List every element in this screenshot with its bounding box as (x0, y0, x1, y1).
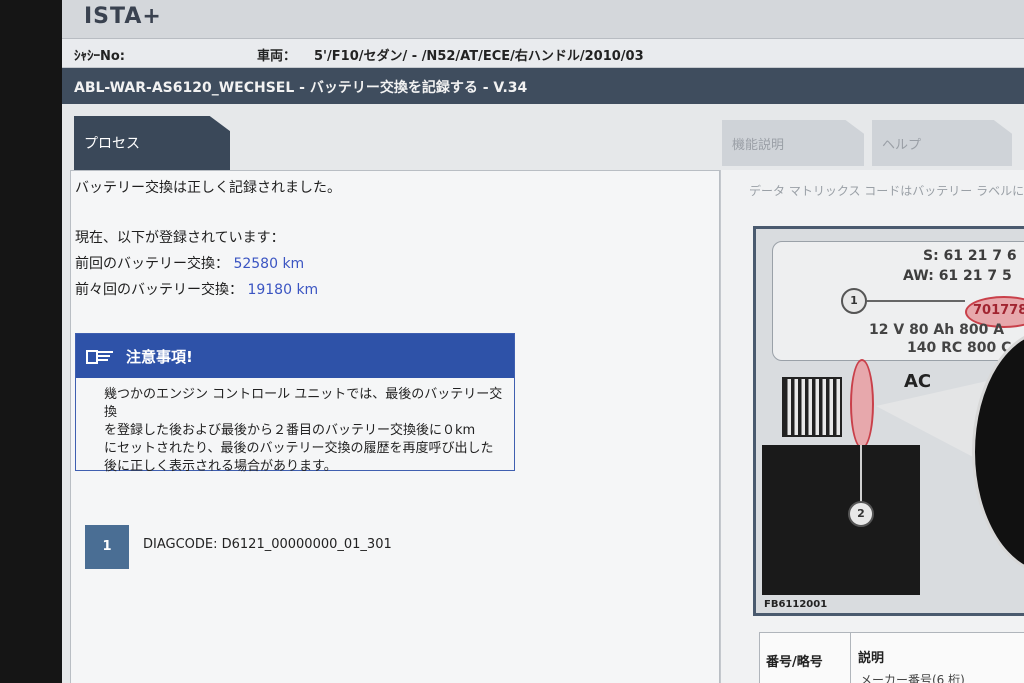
label-caption: データ マトリックス コードはバッテリー ラベルに記 (749, 184, 1024, 198)
notice-body: 幾つかのエンジン コントロール ユニットでは、最後のバッテリー交換 を登録した後… (104, 386, 504, 476)
legend-col-description: 説明 (858, 651, 885, 666)
last-battery-change-label: 前回のバッテリー交換： (75, 256, 229, 272)
vehicle-value: 5'/F10/セダン/ - /N52/AT/ECE/右ハンドル/2010/03 (314, 49, 644, 64)
label-s-line: S: 61 21 7 6 (923, 248, 1017, 264)
tab-bar: プロセス 機能説明 ヘルプ (62, 104, 1024, 170)
ista-screen: ISTA+ ｼｬｼｰNo: 車両： 5'/F10/セダン/ - /N52/AT/… (62, 0, 1024, 683)
tab-help-label: ヘルプ (882, 138, 922, 153)
process-content-panel: バッテリー交換は正しく記録されました。 現在、以下が登録されています： 前回のバ… (70, 170, 720, 683)
chassis-label: ｼｬｼｰNo: (74, 49, 126, 64)
tab-function-description-label: 機能説明 (732, 138, 785, 153)
tab-function-description[interactable]: 機能説明 (722, 120, 864, 166)
highlight-value: 701778 (973, 303, 1024, 318)
notice-line: 後に正しく表示される場合があります。 (104, 459, 337, 474)
battery-dark-area (762, 445, 920, 595)
label-aw-line: AW: 61 21 7 5 (903, 268, 1012, 284)
label-spec-line2: 140 RC 800 C (907, 340, 1012, 356)
callout-1-line (867, 300, 965, 302)
brand-fragment: AC (904, 371, 932, 392)
callout-2-line (860, 445, 862, 505)
legend-table: 番号/略号 説明 メーカー番号(6 桁) (759, 632, 1024, 683)
function-description-panel: データ マトリックス コードはバッテリー ラベルに記 S: 61 21 7 6 … (720, 170, 1024, 683)
notice-header: 注意事項! (76, 334, 514, 378)
legend-col-number: 番号/略号 (766, 655, 823, 670)
callout-2: 2 (848, 501, 874, 527)
previous-battery-change-value: 19180 km (247, 282, 319, 298)
figure-id: FB6112001 (764, 599, 828, 610)
procedure-title: ABL-WAR-AS6120_WECHSEL - バッテリー交換を記録する - … (74, 80, 528, 96)
notice-box: 注意事項! 幾つかのエンジン コントロール ユニットでは、最後のバッテリー交換 … (75, 333, 515, 474)
notice-line: を登録した後および最後から２番目のバッテリー交換後に０km (104, 423, 476, 438)
data-matrix-code (782, 377, 842, 437)
battery-label-sticker: S: 61 21 7 6 AW: 61 21 7 5 1 701778 12 V… (772, 241, 1024, 361)
procedure-title-bar: ABL-WAR-AS6120_WECHSEL - バッテリー交換を記録する - … (62, 68, 1024, 104)
legend-row-description: メーカー番号(6 桁) (860, 673, 965, 683)
legend-divider (850, 633, 851, 683)
vehicle-label: 車両： (257, 49, 297, 64)
tab-help[interactable]: ヘルプ (872, 120, 1012, 166)
diagcode-text: DIAGCODE: D6121_00000000_01_301 (143, 537, 392, 552)
previous-battery-change: 前々回のバッテリー交換： 19180 km (75, 279, 318, 299)
app-title: ISTA+ (84, 4, 162, 29)
previous-battery-change-label: 前々回のバッテリー交換： (75, 282, 243, 298)
registered-heading: 現在、以下が登録されています： (75, 230, 285, 246)
monitor-bezel (0, 0, 62, 683)
pointing-hand-icon (86, 350, 113, 364)
tab-process[interactable]: プロセス (74, 116, 230, 170)
vertical-highlight-oval (850, 359, 874, 449)
result-message: バッテリー交換は正しく記録されました。 (75, 180, 341, 196)
label-spec-line1: 12 V 80 Ah 800 A (869, 322, 1005, 338)
notice-heading: 注意事項! (126, 348, 193, 366)
last-battery-change: 前回のバッテリー交換： 52580 km (75, 253, 304, 273)
app-header: ISTA+ (62, 0, 1024, 39)
tab-process-label: プロセス (84, 136, 140, 152)
notice-line: にセットされたり、最後のバッテリー交換の履歴を再度呼び出した (104, 441, 494, 456)
battery-label-image: S: 61 21 7 6 AW: 61 21 7 5 1 701778 12 V… (753, 226, 1024, 616)
last-battery-change-value: 52580 km (233, 256, 305, 272)
vehicle-info-bar: ｼｬｼｰNo: 車両： 5'/F10/セダン/ - /N52/AT/ECE/右ハ… (62, 39, 1024, 68)
magnifier-circle (972, 329, 1024, 575)
callout-1: 1 (841, 288, 867, 314)
step-number-button[interactable]: 1 (85, 525, 129, 569)
notice-line: 幾つかのエンジン コントロール ユニットでは、最後のバッテリー交換 (104, 387, 503, 420)
